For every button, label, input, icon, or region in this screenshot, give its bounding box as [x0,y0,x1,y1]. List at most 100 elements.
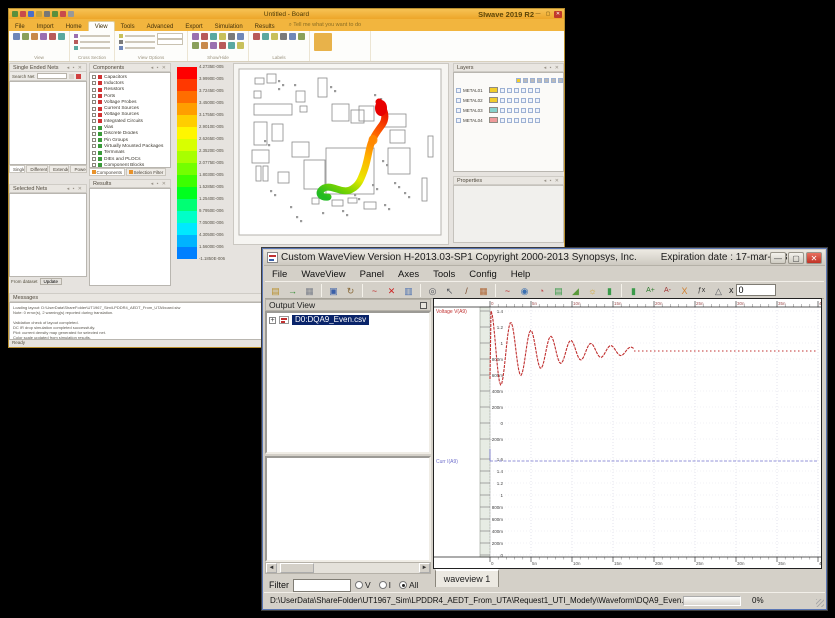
ribbon-tab-advanced[interactable]: Advanced [141,22,180,31]
bulb-icon[interactable]: ☼ [585,283,600,298]
results-list[interactable] [89,188,171,286]
selected-net-list[interactable] [9,193,87,277]
checkbox-icon[interactable] [92,100,96,104]
font-plus-icon[interactable]: A+ [643,283,658,298]
axes-icon[interactable]: △ [711,283,726,298]
ribbon-icon-4-2[interactable] [271,33,278,40]
layer-option-checkbox[interactable] [507,98,512,103]
layer-option-checkbox[interactable] [514,118,519,123]
menu-waveview[interactable]: WaveView [294,269,352,280]
layer-option-checkbox[interactable] [528,118,533,123]
ribbon-icon-3-2[interactable] [210,33,217,40]
ribbon-icon-4-4[interactable] [289,33,296,40]
layer-column-icon[interactable] [544,78,549,83]
ribbon-icon-3-1[interactable] [201,33,208,40]
menu-panel[interactable]: Panel [353,269,391,280]
layer-color-swatch[interactable] [489,97,498,103]
ribbon-icon-3-0[interactable] [192,33,199,40]
layer-option-checkbox[interactable] [528,108,533,113]
minimize-icon[interactable]: — [534,11,542,18]
ribbon-icon-0-4[interactable] [49,33,56,40]
menu-file[interactable]: File [265,269,294,280]
ribbon-icon-0-5[interactable] [58,33,65,40]
ribbon-tab-tools[interactable]: Tools [115,22,141,31]
layer-option-checkbox[interactable] [521,108,526,113]
ribbon-icon-3-5[interactable] [237,33,244,40]
layer-option-checkbox[interactable] [528,98,533,103]
filter-icon[interactable] [69,74,74,79]
histogram2-icon[interactable]: ▮ [626,283,641,298]
ribbon-icon-4-0[interactable] [253,33,260,40]
panel-controls[interactable]: ◂ ▪ ✕ [544,178,560,183]
ribbon-tab-file[interactable]: File [9,22,31,31]
layer-column-icon[interactable] [551,78,556,83]
checkbox-icon[interactable] [92,107,96,111]
layer-option-checkbox[interactable] [500,88,505,93]
probe-icon[interactable]: / [459,283,474,298]
scroll-left-icon[interactable]: ◄ [266,563,277,573]
resize-grip[interactable] [816,599,824,607]
clear-filter-icon[interactable] [76,74,81,79]
layer-color-swatch[interactable] [489,107,498,113]
minimize-icon[interactable]: — [770,252,786,264]
zoom-icon[interactable]: ◎ [425,283,440,298]
ribbon-icon-3-10[interactable] [228,42,235,49]
net-tab-single[interactable]: Single [9,165,25,173]
update-button[interactable]: Update [40,278,63,285]
radio-v[interactable]: V [355,580,371,590]
ribbon-icon-4-1[interactable] [262,33,269,40]
area-chart-icon[interactable]: ◢ [568,283,583,298]
ribbon-option-1-2[interactable] [74,45,110,51]
tree-item-dqa9[interactable]: + D0:DQA9_Even.csv [269,315,429,325]
net-tab-extended[interactable]: Extended [49,165,69,173]
layer-option-checkbox[interactable] [514,108,519,113]
layer-option-checkbox[interactable] [507,88,512,93]
panel-controls[interactable]: ◂ ▪ ✕ [151,65,167,70]
ribbon-tab-export[interactable]: Export [179,22,208,31]
layer-option-checkbox[interactable] [514,88,519,93]
radio-i[interactable]: I [379,580,391,590]
speed-icon[interactable]: ◔ [534,283,549,298]
ribbon-tab-results[interactable]: Results [249,22,281,31]
ribbon-icon-3-7[interactable] [201,42,208,49]
ribbon-tab-view[interactable]: View [88,21,115,31]
ribbon-input[interactable] [157,39,183,45]
layer-visible-checkbox[interactable] [456,108,461,113]
net-tab-differential[interactable]: Differential [26,165,48,173]
net-list[interactable] [9,81,87,165]
filter-input[interactable] [293,579,351,592]
layer-option-checkbox[interactable] [507,108,512,113]
copy-image-icon[interactable] [314,33,332,51]
maximize-icon[interactable]: ▢ [544,11,552,18]
ribbon-option-2-2[interactable] [119,45,183,51]
ribbon-icon-3-6[interactable] [192,42,199,49]
checkbox-icon[interactable] [92,144,96,148]
ribbon-icon-3-11[interactable] [237,42,244,49]
font-minus-icon[interactable]: A- [660,283,675,298]
menu-help[interactable]: Help [504,269,538,280]
layer-column-icon[interactable] [516,78,521,83]
maximize-icon[interactable]: ▢ [788,252,804,264]
calculator-icon[interactable]: ▦ [476,283,491,298]
menu-axes[interactable]: Axes [391,269,426,280]
layer-column-icon[interactable] [558,78,563,83]
ribbon-icon-3-8[interactable] [210,42,217,49]
net-tab-power[interactable]: Power [70,165,87,173]
checkbox-icon[interactable] [92,113,96,117]
expander-icon[interactable]: + [269,317,276,324]
checkbox-icon[interactable] [92,163,96,167]
scroll-right-icon[interactable]: ► [419,563,430,573]
layer-row[interactable]: METAL03 [454,105,563,115]
import-icon[interactable]: → [285,283,300,298]
float-panel-icon[interactable] [420,302,427,309]
ribbon-icon-3-9[interactable] [219,42,226,49]
layer-option-checkbox[interactable] [514,98,519,103]
layer-option-checkbox[interactable] [535,88,540,93]
ribbon-icon-0-0[interactable] [13,33,20,40]
globe-icon[interactable]: ◉ [517,283,532,298]
panels-icon[interactable]: ▥ [401,283,416,298]
layer-option-checkbox[interactable] [535,118,540,123]
components-tab-selection-filter[interactable]: Selection Filter [126,168,166,176]
radio-all[interactable]: All [399,580,418,590]
layer-column-icon[interactable] [537,78,542,83]
